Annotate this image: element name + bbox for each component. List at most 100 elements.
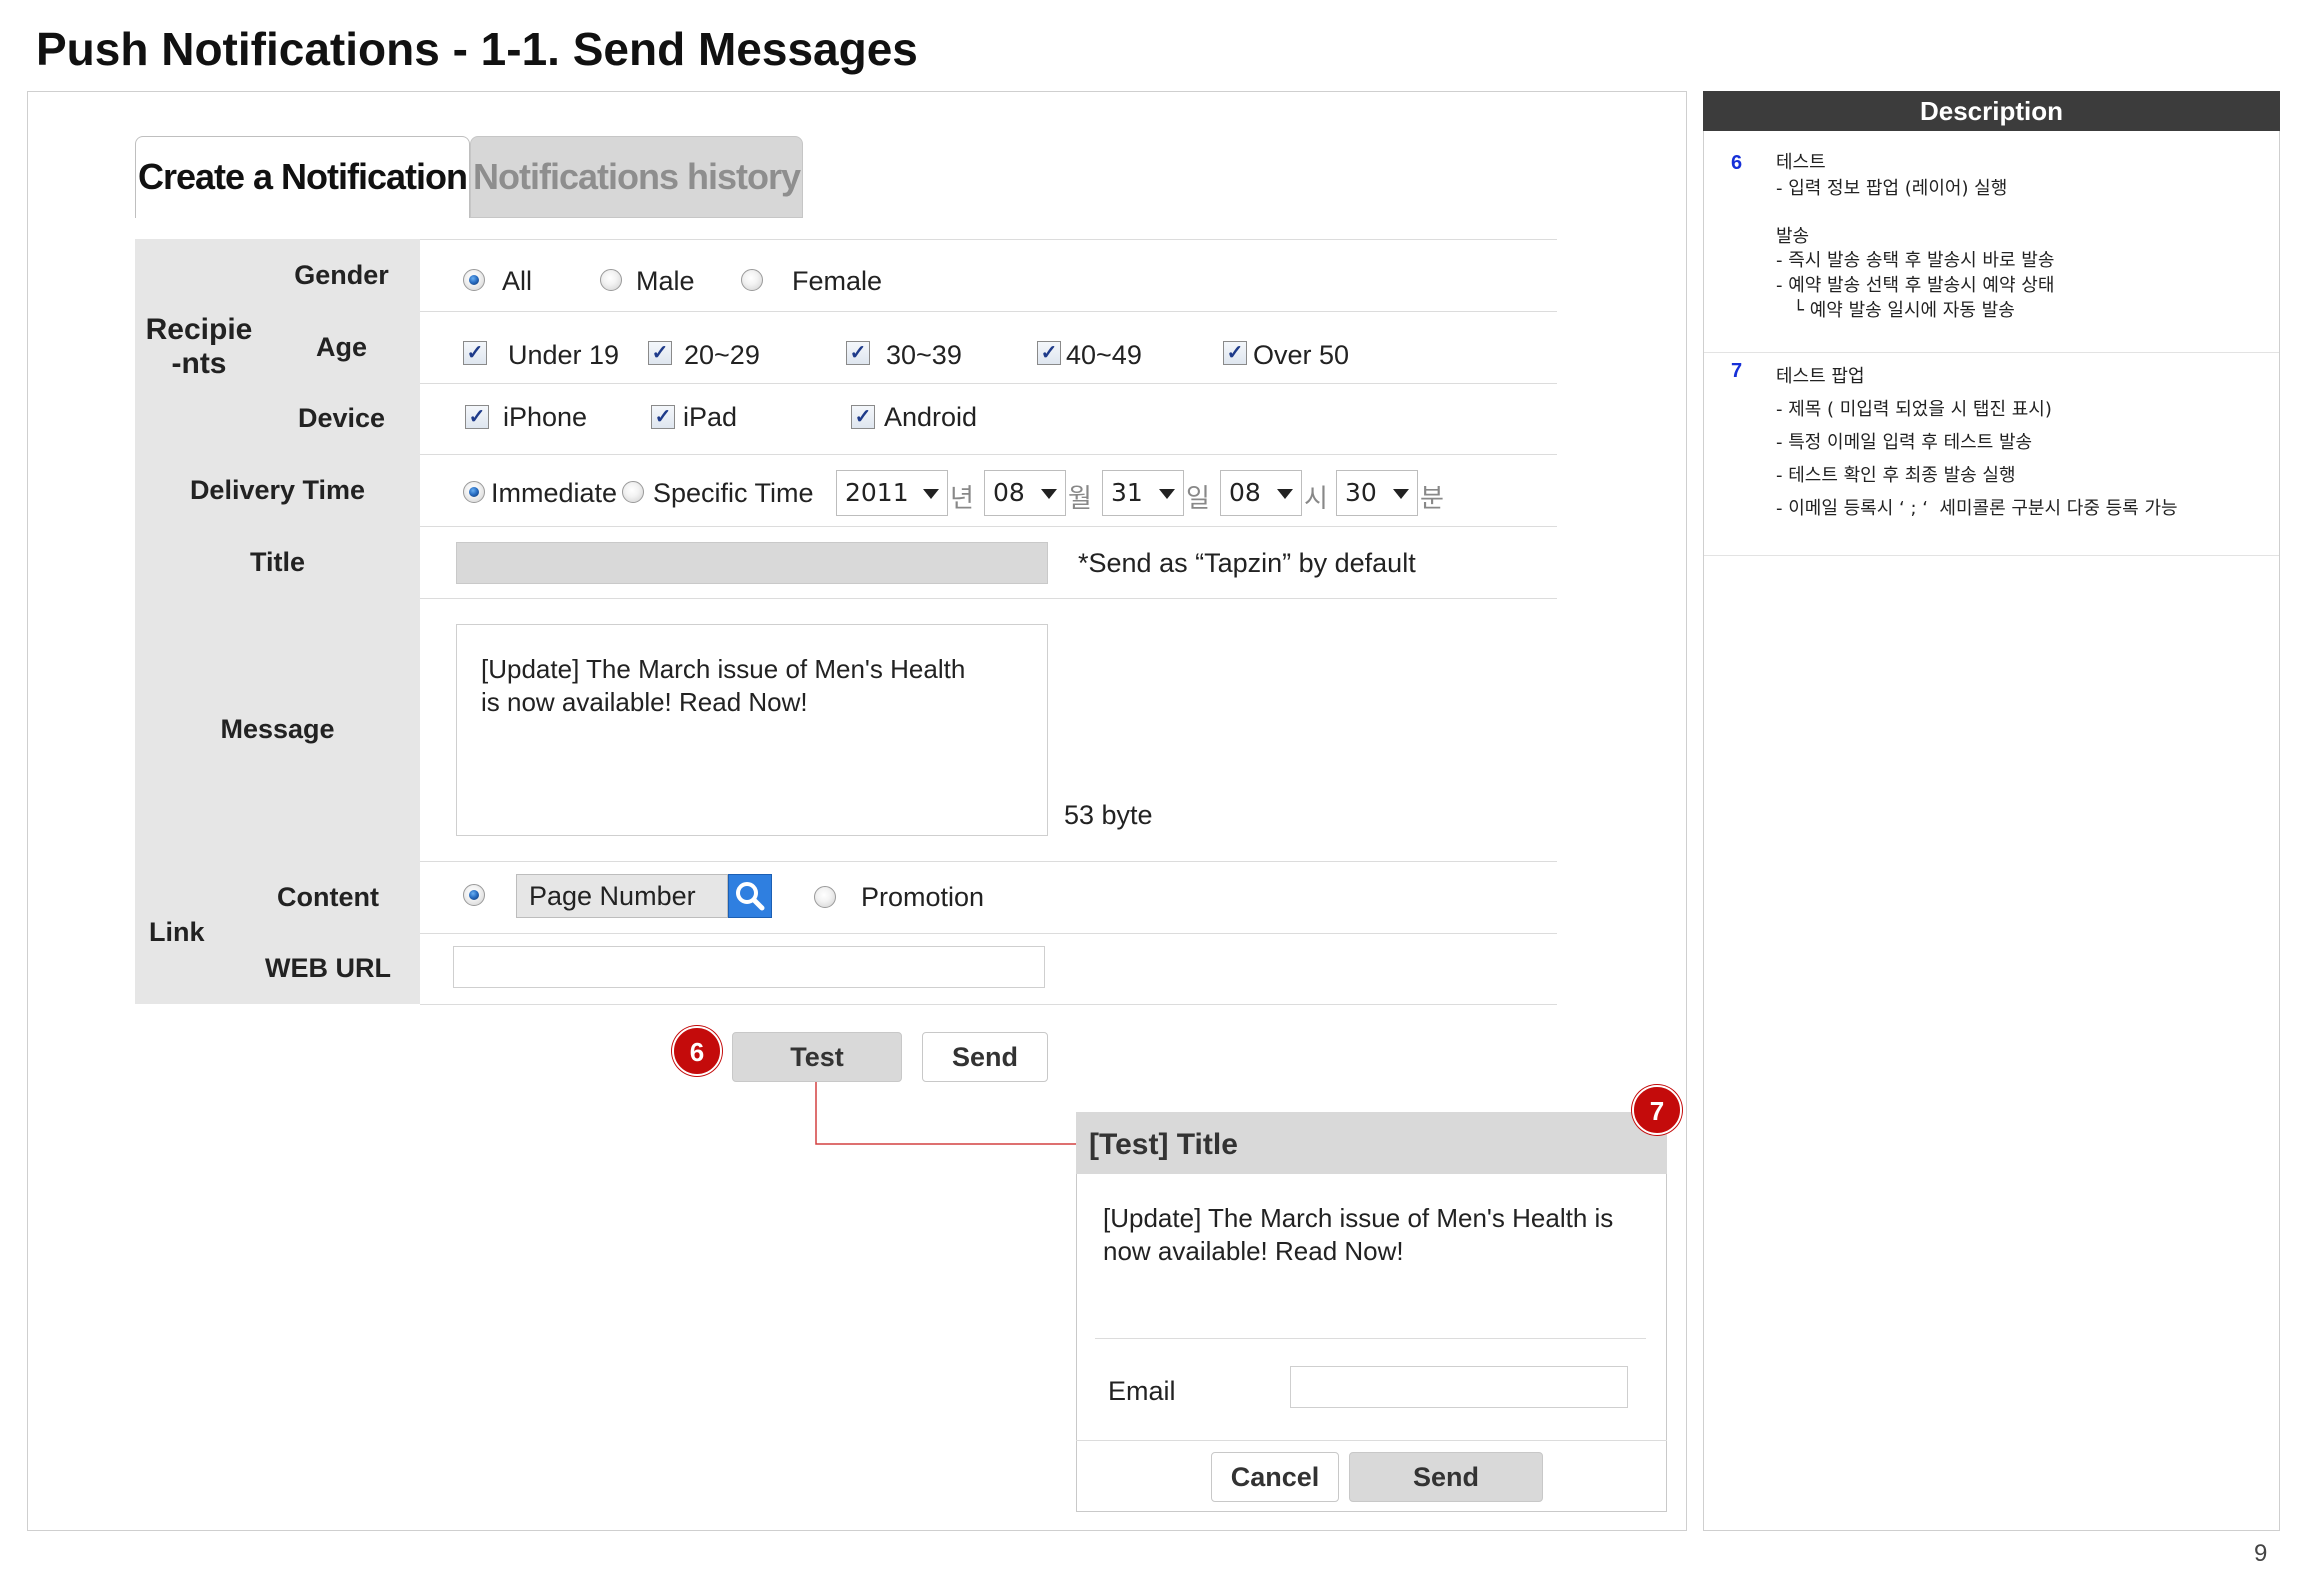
search-button[interactable]	[728, 874, 772, 918]
tab-notifications-history[interactable]: Notifications history	[470, 136, 803, 218]
desc-line: - 제목 ( 미입력 되었을 시 탭진 표시)	[1776, 399, 2052, 420]
hour-value: 08	[1229, 478, 1261, 507]
message-label: Message	[135, 598, 420, 861]
link-page-number-radio[interactable]	[463, 884, 485, 906]
month-unit: 월	[1068, 484, 1092, 514]
day-value: 31	[1111, 478, 1143, 507]
desc-line: - 입력 정보 팝업 (레이어) 실행	[1776, 178, 2008, 199]
page-title: Push Notifications - 1-1. Send Messages	[36, 23, 918, 75]
popup-cancel-button[interactable]: Cancel	[1211, 1452, 1339, 1502]
minute-unit: 분	[1420, 484, 1444, 514]
device-iphone-checkbox[interactable]: ✓	[465, 405, 489, 429]
desc-line: - 테스트 확인 후 최종 발송 실행	[1776, 465, 2016, 486]
link-content-label: Content	[236, 861, 420, 933]
age-label: Age	[263, 311, 420, 383]
link-promotion-label: Promotion	[861, 882, 985, 912]
day-select[interactable]: 31	[1102, 470, 1184, 516]
age-under19-label: Under 19	[508, 340, 620, 370]
delivery-specific-label: Specific Time	[653, 478, 814, 508]
web-url-input[interactable]	[453, 946, 1045, 988]
gender-all-radio[interactable]	[463, 269, 485, 291]
message-byte-count: 53 byte	[1064, 800, 1153, 830]
device-android-label: Android	[884, 402, 978, 432]
year-unit: 년	[950, 484, 974, 514]
age-over50-label: Over 50	[1253, 340, 1350, 370]
device-iphone-label: iPhone	[503, 402, 588, 432]
desc-line: 테스트	[1776, 152, 1826, 173]
send-button[interactable]: Send	[922, 1032, 1048, 1082]
popup-email-input[interactable]	[1290, 1366, 1628, 1408]
age-under19-checkbox[interactable]: ✓	[463, 341, 487, 365]
row-divider	[420, 454, 1557, 455]
minute-select[interactable]: 30	[1336, 470, 1418, 516]
desc-line: - 특정 이메일 입력 후 테스트 발송	[1776, 432, 2033, 453]
age-20-29-checkbox[interactable]: ✓	[648, 341, 672, 365]
age-20-29-label: 20~29	[684, 340, 760, 370]
chevron-down-icon	[1277, 489, 1293, 499]
title-input[interactable]	[456, 542, 1048, 584]
age-30-39-label: 30~39	[886, 340, 962, 370]
link-promotion-radio[interactable]	[814, 886, 836, 908]
hour-unit: 시	[1304, 484, 1328, 514]
desc-line: - 예약 발송 선택 후 발송시 예약 상태	[1776, 275, 2055, 296]
popup-footer-divider	[1076, 1440, 1667, 1441]
recipients-label: Recipie -nts	[135, 239, 263, 454]
delivery-immediate-label: Immediate	[491, 478, 618, 508]
hour-select[interactable]: 08	[1220, 470, 1302, 516]
popup-title: [Test] Title	[1089, 1128, 1238, 1161]
chevron-down-icon	[1393, 489, 1409, 499]
description-header: Description	[1703, 91, 2280, 131]
desc-section-6: 테스트 - 입력 정보 팝업 (레이어) 실행 발송 - 즉시 발송 송택 후 …	[1776, 148, 2054, 321]
gender-all-label: All	[502, 266, 533, 296]
desc-divider	[1704, 555, 2279, 556]
gender-male-label: Male	[636, 266, 695, 296]
gender-label: Gender	[263, 239, 420, 311]
tab-create-notification[interactable]: Create a Notification	[135, 136, 470, 218]
age-30-39-checkbox[interactable]: ✓	[846, 341, 870, 365]
year-value: 2011	[845, 478, 909, 507]
popup-message: [Update] The March issue of Men's Health…	[1103, 1203, 1614, 1266]
device-android-checkbox[interactable]: ✓	[851, 405, 875, 429]
age-40-49-label: 40~49	[1066, 340, 1142, 370]
chevron-down-icon	[1159, 489, 1175, 499]
desc-line: └ 예약 발송 일시에 자동 발송	[1776, 300, 2015, 321]
marker-7-badge: 7	[1632, 1085, 1682, 1135]
delivery-immediate-radio[interactable]	[463, 481, 485, 503]
gender-male-radio[interactable]	[600, 269, 622, 291]
message-textarea[interactable]: [Update] The March issue of Men's Health…	[456, 624, 1048, 836]
gender-female-radio[interactable]	[741, 269, 763, 291]
web-url-label: WEB URL	[236, 933, 420, 1004]
desc-line: 테스트 팝업	[1776, 366, 1865, 387]
delivery-time-label: Delivery Time	[135, 454, 420, 526]
desc-line: - 이메일 등록시 ‘ ; ‘ 세미콜론 구분시 다중 등록 가능	[1776, 498, 2178, 519]
connector-arrow	[815, 1082, 1086, 1148]
title-label: Title	[135, 526, 420, 598]
desc-line: - 즉시 발송 송택 후 발송시 바로 발송	[1776, 250, 2055, 271]
page-number-field[interactable]: Page Number	[516, 874, 728, 918]
chevron-down-icon	[1041, 489, 1057, 499]
link-label: Link	[135, 861, 236, 1004]
desc-line	[1776, 200, 2054, 222]
year-select[interactable]: 2011	[836, 470, 948, 516]
row-divider	[420, 598, 1557, 599]
marker-6-badge: 6	[672, 1026, 722, 1076]
device-ipad-checkbox[interactable]: ✓	[651, 405, 675, 429]
popup-divider	[1095, 1338, 1646, 1339]
minute-value: 30	[1345, 478, 1377, 507]
age-40-49-checkbox[interactable]: ✓	[1037, 341, 1061, 365]
page-number: 9	[2254, 1540, 2268, 1567]
test-button[interactable]: Test	[732, 1032, 902, 1082]
gender-female-label: Female	[792, 266, 883, 296]
delivery-specific-radio[interactable]	[622, 481, 644, 503]
day-unit: 일	[1186, 484, 1210, 514]
title-default-hint: *Send as “Tapzin” by default	[1078, 548, 1416, 578]
row-divider	[420, 383, 1557, 384]
device-ipad-label: iPad	[683, 402, 738, 432]
row-divider	[420, 239, 1557, 240]
month-select[interactable]: 08	[984, 470, 1066, 516]
age-over50-checkbox[interactable]: ✓	[1223, 341, 1247, 365]
chevron-down-icon	[923, 489, 939, 499]
popup-send-button[interactable]: Send	[1349, 1452, 1543, 1502]
row-divider	[420, 526, 1557, 527]
desc-number-6: 6	[1731, 152, 1743, 174]
